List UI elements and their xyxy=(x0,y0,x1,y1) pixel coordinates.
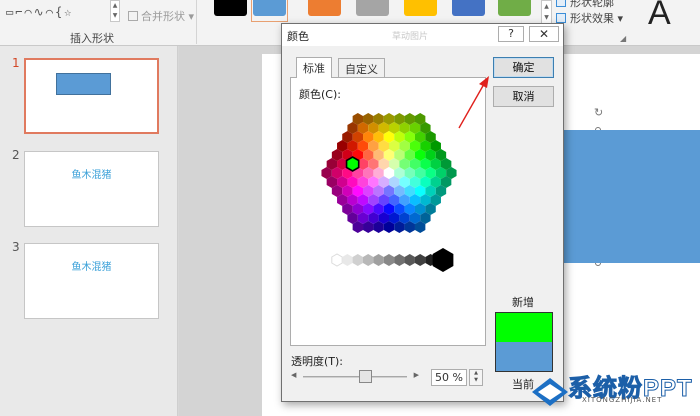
shapes-gallery-scroll[interactable]: ▲ ▼ xyxy=(110,0,120,22)
dialog-titlebar[interactable]: 颜色 草动图片 ? ✕ xyxy=(282,24,563,46)
color-dialog: 颜色 草动图片 ? ✕ 标准 自定义 颜色(C): 透明度(T): ◀ ▶ 50… xyxy=(281,23,564,402)
gray-hex-cell[interactable] xyxy=(404,254,415,266)
ribbon-divider xyxy=(196,0,197,44)
slider-thumb[interactable] xyxy=(359,370,372,383)
watermark-url: XITONGZHIJIA.NET xyxy=(582,396,663,404)
watermark: 系统粉PPT XITONGZHIJIA.NET xyxy=(528,366,700,416)
gray-hex-cell[interactable] xyxy=(414,254,426,266)
shape-effects-label: 形状效果 xyxy=(570,12,614,25)
help-button[interactable]: ? xyxy=(498,26,524,42)
standard-tab-panel: 颜色(C): xyxy=(290,77,486,346)
transparency-slider[interactable]: ◀ ▶ xyxy=(291,370,419,384)
tab-custom[interactable]: 自定义 xyxy=(338,58,385,77)
slider-track xyxy=(303,376,407,378)
style-gallery-scroll[interactable]: ▲ ▼ xyxy=(541,0,552,24)
cancel-button[interactable]: 取消 xyxy=(493,86,554,107)
merge-shapes-label: 合并形状 xyxy=(141,10,185,23)
slider-left-arrow-icon[interactable]: ◀ xyxy=(291,371,296,379)
transparency-spinner[interactable]: ▲ ▼ xyxy=(469,369,483,386)
shape-outline-label: 形状轮廓 xyxy=(570,0,614,9)
selected-rectangle-shape[interactable] xyxy=(560,130,700,263)
transparency-label: 透明度(T): xyxy=(291,355,344,368)
insert-shapes-group-label: 插入形状 xyxy=(70,32,114,45)
gray-hex-cell[interactable] xyxy=(331,253,343,267)
color-preview xyxy=(495,312,553,372)
slide-thumbnail-pane: 1 2 鱼木混猪 3 鱼木混猪 xyxy=(0,46,178,416)
thumbnail-text: 鱼木混猪 xyxy=(71,262,112,273)
thumbnail-shape xyxy=(56,73,111,95)
gray-hex-cell[interactable] xyxy=(352,254,363,266)
slide-thumbnail-3[interactable]: 鱼木混猪 xyxy=(24,243,159,319)
selected-color-marker xyxy=(345,156,360,172)
gray-hex-cell[interactable] xyxy=(342,254,353,266)
dialog-faint-title: 草动图片 xyxy=(392,32,429,42)
style-swatch-gray[interactable] xyxy=(356,0,389,16)
gray-hex-cell[interactable] xyxy=(373,254,384,266)
shape-outline-button[interactable]: 形状轮廓 xyxy=(556,0,614,10)
color-honeycomb[interactable] xyxy=(291,100,487,350)
slide-number: 1 xyxy=(12,56,20,70)
new-color-swatch xyxy=(496,313,552,342)
tab-standard[interactable]: 标准 xyxy=(296,57,332,78)
style-swatch-blue[interactable] xyxy=(253,0,286,16)
slider-right-arrow-icon[interactable]: ▶ xyxy=(414,371,419,379)
close-button[interactable]: ✕ xyxy=(529,26,559,42)
rotation-handle-icon[interactable]: ↻ xyxy=(594,106,603,119)
slide-thumbnail-2[interactable]: 鱼木混猪 xyxy=(24,151,159,227)
gray-hex-cell[interactable] xyxy=(394,254,405,266)
shape-effects-icon xyxy=(556,13,566,23)
wordart-style-a[interactable]: A xyxy=(648,0,671,33)
shape-outline-icon xyxy=(556,0,566,7)
gray-hex-cell[interactable] xyxy=(383,254,395,266)
slide-number: 2 xyxy=(12,148,20,162)
thumbnail-text: 鱼木混猪 xyxy=(71,170,112,181)
style-swatch-darkblue[interactable] xyxy=(452,0,485,16)
style-swatch-black[interactable] xyxy=(214,0,247,16)
shapes-gallery[interactable]: ▭⌐⌒∿⌒{☆ xyxy=(0,0,120,26)
shape-effects-button[interactable]: 形状效果 ▾ xyxy=(556,10,623,26)
black-hex-cell[interactable] xyxy=(432,248,454,272)
gray-hex-cell[interactable] xyxy=(362,254,374,266)
merge-shapes-icon xyxy=(128,11,138,21)
watermark-logo-icon xyxy=(532,378,568,406)
transparency-input[interactable]: 50 % xyxy=(431,369,467,386)
style-swatch-orange[interactable] xyxy=(308,0,341,16)
slide-number: 3 xyxy=(12,240,20,254)
new-color-label: 新增 xyxy=(512,296,534,309)
dialog-launcher-icon[interactable]: ◢ xyxy=(620,34,626,43)
dialog-title: 颜色 xyxy=(287,30,309,43)
merge-shapes-button[interactable]: 合并形状 ▾ xyxy=(128,8,194,24)
style-swatch-green[interactable] xyxy=(498,0,531,16)
style-swatch-gold[interactable] xyxy=(404,0,437,16)
ok-button[interactable]: 确定 xyxy=(493,57,554,78)
slide-thumbnail-1[interactable] xyxy=(24,58,159,134)
